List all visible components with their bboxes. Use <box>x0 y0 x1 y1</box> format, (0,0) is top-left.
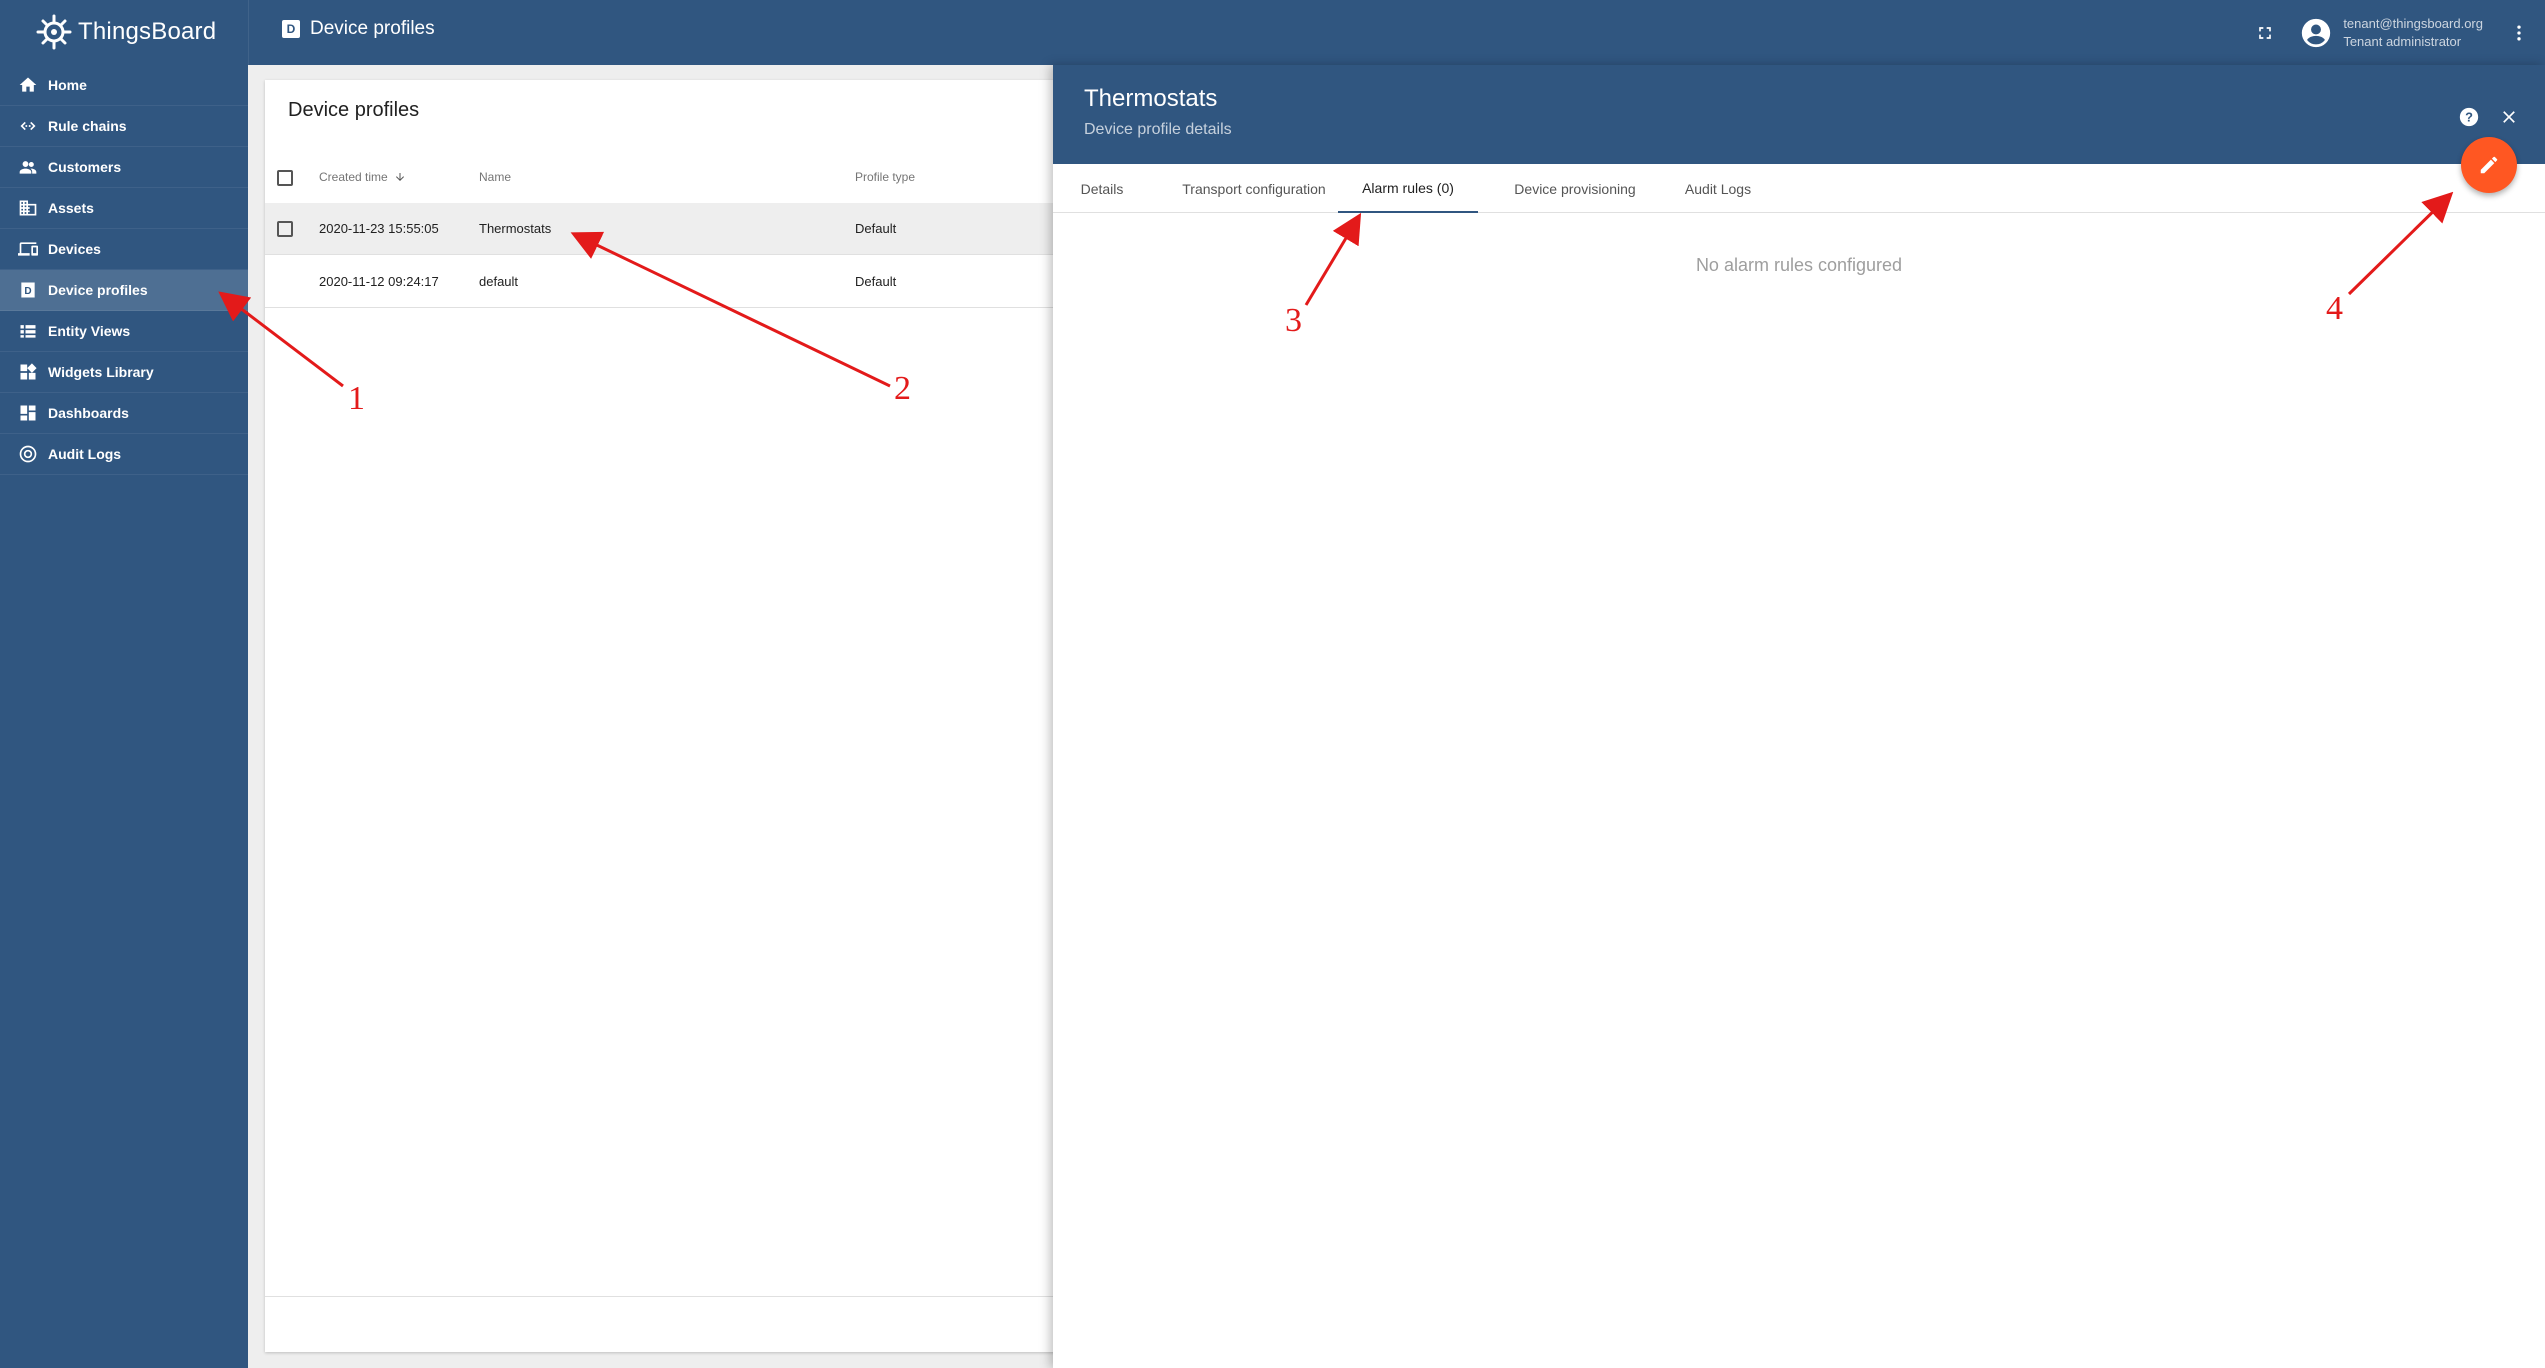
list-footer <box>265 1296 1065 1352</box>
sidebar-item-label: Rule chains <box>48 118 127 134</box>
user-role: Tenant administrator <box>2343 33 2462 49</box>
sidebar-item-customers[interactable]: Customers <box>0 147 248 188</box>
column-created-time-label: Created time <box>319 170 388 184</box>
dashboards-icon <box>18 403 38 423</box>
empty-alarm-rules-message: No alarm rules configured <box>1695 255 1903 275</box>
cell-created-time: 2020-11-12 09:24:17 <box>319 274 439 289</box>
sidebar-item-label: Entity Views <box>48 323 131 339</box>
arrow-down-icon <box>395 173 404 181</box>
sidebar-item-label: Dashboards <box>48 405 129 421</box>
details-tabs: Details Transport configuration Alarm ru… <box>1053 164 2545 213</box>
sidebar-item-entity-views[interactable]: Entity Views <box>0 311 248 352</box>
tab-audit-logs[interactable]: Audit Logs <box>1665 164 1771 213</box>
breadcrumb: D Device profiles <box>282 18 435 40</box>
sidebar-item-label: Device profiles <box>48 282 148 298</box>
column-name[interactable]: Name <box>479 170 511 184</box>
topbar-divider <box>248 0 249 65</box>
annotation-label-4: 4 <box>2326 290 2343 327</box>
close-button[interactable] <box>2493 101 2525 133</box>
table-row[interactable]: 2020-11-23 15:55:05 Thermostats Default <box>265 203 1065 255</box>
top-bar: ThingsBoard D Device profiles tenant@thi… <box>0 0 2545 65</box>
tab-details[interactable]: Details <box>1065 164 1139 213</box>
column-profile-type[interactable]: Profile type <box>855 170 915 184</box>
svg-text:?: ? <box>2465 110 2473 125</box>
table-header: Created time Name Profile type <box>265 155 1065 200</box>
sidebar-item-home[interactable]: Home <box>0 65 248 106</box>
sidebar-item-device-profiles[interactable]: D Device profiles <box>0 270 248 311</box>
app-logo[interactable]: ThingsBoard <box>36 10 216 54</box>
more-vert-icon <box>2517 25 2521 40</box>
cell-name: default <box>479 274 519 289</box>
sidebar-item-audit-logs[interactable]: Audit Logs <box>0 434 248 475</box>
cell-profile-type: Default <box>855 221 897 236</box>
device-profile-icon: D <box>18 280 38 300</box>
row-checkbox[interactable] <box>277 221 293 237</box>
sidebar-item-devices[interactable]: Devices <box>0 229 248 270</box>
annotation-label-2: 2 <box>894 370 911 407</box>
edit-pencil-icon <box>2480 156 2498 174</box>
customers-icon <box>18 157 38 177</box>
sidebar-item-rule-chains[interactable]: Rule chains <box>0 106 248 147</box>
help-button[interactable]: ? <box>2453 101 2485 133</box>
audit-logs-icon <box>18 444 38 464</box>
fullscreen-icon <box>2259 26 2272 39</box>
column-created-time[interactable]: Created time <box>319 170 406 184</box>
tab-transport-configuration[interactable]: Transport configuration <box>1161 164 1347 213</box>
help-icon: ? <box>2459 107 2479 127</box>
entity-views-icon <box>18 321 38 341</box>
table-row[interactable]: 2020-11-12 09:24:17 default Default <box>265 256 1065 308</box>
list-title: Device profiles <box>288 99 420 121</box>
details-header: Thermostats Device profile details ? <box>1053 65 2545 164</box>
breadcrumb-label: Device profiles <box>310 18 435 39</box>
home-icon <box>18 75 38 95</box>
sidebar-item-widgets-library[interactable]: Widgets Library <box>0 352 248 393</box>
edit-button[interactable] <box>2461 137 2517 193</box>
cell-name: Thermostats <box>479 221 552 236</box>
sidebar-item-label: Devices <box>48 241 101 257</box>
cell-created-time: 2020-11-23 15:55:05 <box>319 221 439 236</box>
rule-chains-icon <box>18 116 38 136</box>
sidebar-item-assets[interactable]: Assets <box>0 188 248 229</box>
devices-icon <box>18 239 38 259</box>
tab-device-provisioning[interactable]: Device provisioning <box>1493 164 1657 213</box>
cell-profile-type: Default <box>855 274 897 289</box>
top-right-controls: tenant@thingsboard.org Tenant administra… <box>2245 0 2545 65</box>
fullscreen-button[interactable] <box>2245 13 2285 53</box>
widgets-icon <box>18 362 38 382</box>
user-email: tenant@thingsboard.org <box>2343 15 2483 31</box>
sidebar-item-label: Home <box>48 77 87 93</box>
annotation-label-1: 1 <box>348 380 365 417</box>
details-title: Thermostats <box>1084 85 1218 112</box>
svg-text:D: D <box>24 286 31 297</box>
sidebar-item-label: Widgets Library <box>48 364 154 380</box>
select-all-checkbox[interactable] <box>277 170 293 186</box>
assets-icon <box>18 198 38 218</box>
device-profiles-list: Device profiles Created time Name Profil… <box>265 80 1065 1352</box>
sidebar-item-label: Audit Logs <box>48 446 122 462</box>
more-menu-button[interactable] <box>2499 13 2539 53</box>
sidebar-item-dashboards[interactable]: Dashboards <box>0 393 248 434</box>
details-subtitle: Device profile details <box>1084 121 1232 138</box>
sidebar-item-label: Assets <box>48 200 94 216</box>
app-name: ThingsBoard <box>78 18 217 45</box>
tab-alarm-rules[interactable]: Alarm rules (0) <box>1338 164 1478 213</box>
close-icon <box>2503 111 2515 123</box>
account-circle-icon[interactable] <box>2299 16 2333 50</box>
sidebar: Home Rule chains Customers Assets Device… <box>0 65 248 1368</box>
device-profile-details-panel: Thermostats Device profile details ? Det… <box>1053 65 2545 1368</box>
annotation-label-3: 3 <box>1285 302 1302 339</box>
sidebar-item-label: Customers <box>48 159 122 175</box>
user-info[interactable]: tenant@thingsboard.org Tenant administra… <box>2343 15 2483 51</box>
thingsboard-logo-icon <box>36 14 72 50</box>
device-profile-icon: D <box>282 20 300 38</box>
